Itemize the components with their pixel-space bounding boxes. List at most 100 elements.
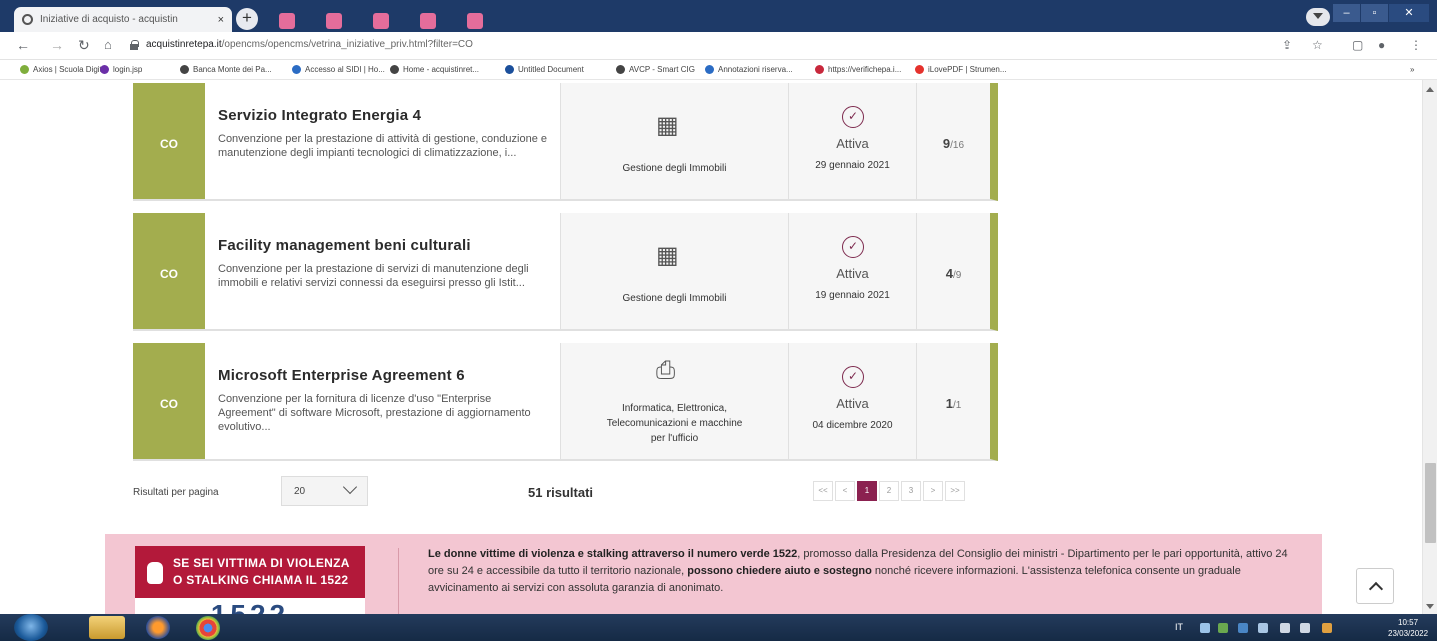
- lots-count: 1/1: [916, 343, 990, 459]
- maximize-button[interactable]: ▫: [1361, 4, 1388, 22]
- back-arrow-icon[interactable]: ←: [16, 37, 30, 53]
- rpp-value: 20: [294, 486, 306, 497]
- card-title[interactable]: Microsoft Enterprise Agreement 6: [218, 367, 548, 384]
- results-per-page-select[interactable]: 20: [281, 476, 368, 506]
- card-category: ▦ Gestione degli Immobili: [560, 83, 788, 199]
- start-button[interactable]: [14, 614, 48, 641]
- flag-icon[interactable]: [1280, 623, 1290, 633]
- category-label: Gestione degli Immobili: [622, 293, 727, 304]
- last-page-button[interactable]: >>: [945, 481, 965, 501]
- profile-icon[interactable]: ●: [1378, 38, 1385, 52]
- card-description: Convenzione per la prestazione di serviz…: [218, 263, 529, 289]
- card-category: ▦ Gestione degli Immobili: [560, 213, 788, 329]
- lots-count: 4/9: [916, 213, 990, 329]
- pagination-row: Risultati per pagina 20 51 risultati << …: [133, 474, 998, 510]
- bookmark-label: Accesso al SIDI | Ho...: [305, 65, 385, 74]
- card-title[interactable]: Facility management beni culturali: [218, 237, 548, 254]
- reload-icon[interactable]: ↻: [78, 37, 90, 54]
- next-page-button[interactable]: >: [923, 481, 943, 501]
- browser-tab-active[interactable]: Iniziative di acquisto - acquistin ×: [14, 7, 232, 32]
- bookmark-label: iLovePDF | Strumen...: [928, 65, 1007, 74]
- bookmark-star-icon[interactable]: ☆: [1312, 38, 1323, 52]
- initiative-card[interactable]: CO Facility management beni culturali Co…: [133, 213, 998, 331]
- pdf-tab-icon[interactable]: [279, 13, 295, 29]
- bookmark-label: Annotazioni riserva...: [718, 65, 793, 74]
- card-code-badge: CO: [133, 83, 205, 199]
- bookmark-item[interactable]: Accesso al SIDI | Ho...: [292, 65, 385, 74]
- bookmark-favicon-icon: [390, 65, 399, 74]
- bookmark-label: Untitled Document: [518, 65, 584, 74]
- scrollbar-thumb[interactable]: [1425, 463, 1436, 543]
- page-button-1[interactable]: 1: [857, 481, 877, 501]
- tray-app-icon[interactable]: [1218, 623, 1228, 633]
- scroll-down-arrow-icon[interactable]: [1426, 604, 1434, 613]
- tab-close-icon[interactable]: ×: [218, 14, 224, 26]
- check-circle-icon: ✓: [842, 236, 864, 258]
- status-label: Attiva: [836, 136, 869, 151]
- building-icon: ▦: [656, 242, 679, 269]
- bookmark-favicon-icon: [505, 65, 514, 74]
- home-icon[interactable]: ⌂: [104, 37, 112, 52]
- bookmark-item[interactable]: Annotazioni riserva...: [705, 65, 793, 74]
- bookmark-favicon-icon: [705, 65, 714, 74]
- language-indicator[interactable]: IT: [1175, 622, 1183, 632]
- bookmark-label: Home - acquistinret...: [403, 65, 480, 74]
- bookmark-item[interactable]: Banca Monte dei Pa...: [180, 65, 272, 74]
- scroll-up-arrow-icon[interactable]: [1426, 83, 1434, 92]
- scroll-to-top-button[interactable]: [1356, 568, 1394, 604]
- url-field[interactable]: acquistinretepa.it/opencms/opencms/vetri…: [146, 39, 473, 50]
- pdf-tab-icon[interactable]: [326, 13, 342, 29]
- minimize-button[interactable]: –: [1333, 4, 1360, 22]
- pdf-tab-icon[interactable]: [420, 13, 436, 29]
- network-icon[interactable]: [1300, 623, 1310, 633]
- pdf-tab-icon[interactable]: [467, 13, 483, 29]
- vertical-scrollbar[interactable]: [1422, 80, 1437, 614]
- bookmark-label: Banca Monte dei Pa...: [193, 65, 272, 74]
- card-info: Facility management beni culturali Conve…: [205, 213, 560, 329]
- close-window-button[interactable]: ✕: [1389, 4, 1429, 22]
- bookmark-favicon-icon: [100, 65, 109, 74]
- bookmarks-more-button[interactable]: »: [1410, 65, 1414, 74]
- side-panel-icon[interactable]: ▢: [1352, 38, 1363, 52]
- lots-total: /16: [950, 140, 965, 151]
- tray-app-icon[interactable]: [1200, 623, 1210, 633]
- helpline-logo[interactable]: SE SEI VITTIMA DI VIOLENZA O STALKING CH…: [135, 546, 365, 624]
- new-tab-button[interactable]: +: [236, 8, 258, 30]
- globe-icon: [22, 14, 33, 25]
- bookmark-item[interactable]: AVCP - Smart CIG: [616, 65, 695, 74]
- bookmark-item[interactable]: https://verifichepa.i...: [815, 65, 901, 74]
- volume-icon[interactable]: [1322, 623, 1332, 633]
- chrome-icon[interactable]: [196, 616, 220, 640]
- page-button-3[interactable]: 3: [901, 481, 921, 501]
- bookmark-item[interactable]: Axios | Scuola Digit...: [20, 65, 108, 74]
- address-bar: ← → ↻ ⌂ acquistinretepa.it/opencms/openc…: [0, 32, 1437, 60]
- window-controls: – ▫ ✕: [1333, 4, 1429, 22]
- logo-line-2: O STALKING CHIAMA IL 1522: [173, 573, 349, 587]
- lots-active: 4: [945, 266, 953, 281]
- tray-app-icon[interactable]: [1258, 623, 1268, 633]
- firefox-icon[interactable]: [146, 616, 170, 639]
- initiative-card[interactable]: CO Microsoft Enterprise Agreement 6 Conv…: [133, 343, 998, 461]
- forward-arrow-icon[interactable]: →: [50, 37, 64, 53]
- bookmarks-bar: Axios | Scuola Digit... login.jsp Banca Mo…: [0, 60, 1437, 80]
- bookmark-item[interactable]: login.jsp: [100, 65, 142, 74]
- bookmark-item[interactable]: iLovePDF | Strumen...: [915, 65, 1007, 74]
- hand-icon: [145, 556, 165, 584]
- file-explorer-icon[interactable]: [89, 616, 125, 639]
- card-title[interactable]: Servizio Integrato Energia 4: [218, 107, 548, 124]
- pdf-tab-icon[interactable]: [373, 13, 389, 29]
- prev-page-button[interactable]: <: [835, 481, 855, 501]
- tray-app-icon[interactable]: [1238, 623, 1248, 633]
- bookmark-item[interactable]: Untitled Document: [505, 65, 584, 74]
- clock-time: 10:57: [1398, 618, 1419, 627]
- menu-kebab-icon[interactable]: ⋮: [1410, 38, 1422, 52]
- share-icon[interactable]: ⇪: [1282, 38, 1292, 52]
- lock-icon[interactable]: [130, 40, 139, 50]
- initiative-card[interactable]: CO Servizio Integrato Energia 4 Convenzi…: [133, 83, 998, 201]
- system-clock[interactable]: 10:57 23/03/2022: [1388, 617, 1428, 639]
- banner-bold-2: possono chiedere aiuto e sostegno: [687, 565, 872, 577]
- page-button-2[interactable]: 2: [879, 481, 899, 501]
- bookmark-item[interactable]: Home - acquistinret...: [390, 65, 479, 74]
- tab-search-button[interactable]: [1306, 8, 1330, 26]
- first-page-button[interactable]: <<: [813, 481, 833, 501]
